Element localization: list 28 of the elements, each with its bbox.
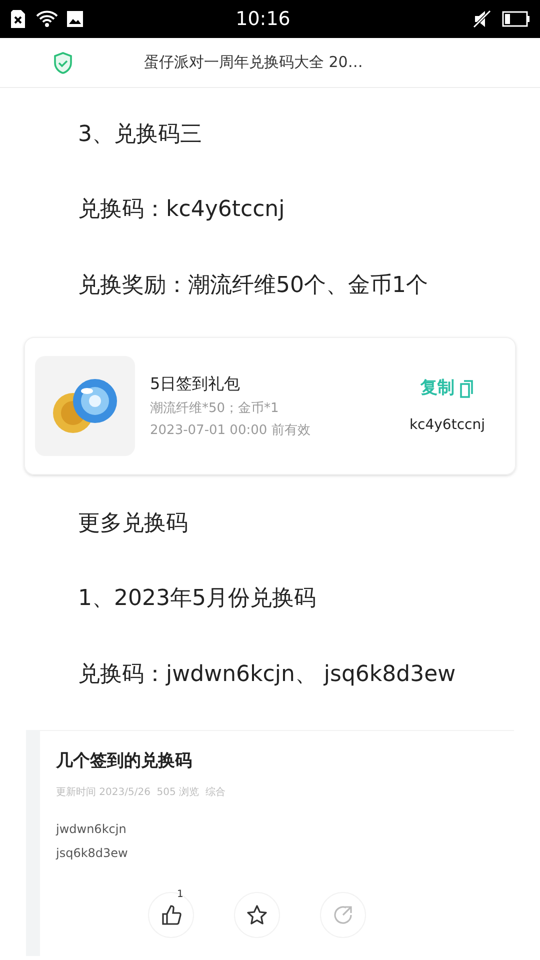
article-paragraph: 兑换码：jwdwn6kcjn、 jsq6k8d3ew (77, 661, 457, 689)
star-icon (246, 904, 268, 926)
article-paragraph: 更多兑换码 (77, 510, 189, 538)
gift-rewards: 潮流纤维*50；金币*1 (150, 400, 280, 418)
code-line: jwdwn6kcjn (56, 820, 128, 838)
like-button[interactable]: 1 (148, 892, 194, 938)
gift-code: kc4y6tccnj (409, 416, 485, 436)
post-meta: 更新时间 2023/5/26 505 浏览 综合 (56, 786, 226, 800)
battery-icon (502, 11, 530, 27)
article-paragraph: 1、2023年5月份兑换码 (77, 585, 317, 613)
post-title: 几个签到的兑换码 (56, 750, 193, 773)
article-paragraph: 3、兑换码三 (77, 121, 203, 149)
gift-expiry: 2023-07-01 00:00 前有效 (150, 422, 312, 440)
wifi-icon (36, 10, 58, 28)
shield-check-icon (52, 50, 74, 74)
thumbs-up-icon (160, 904, 182, 926)
share-icon (332, 904, 354, 926)
article-paragraph: 兑换奖励：潮流纤维50个、金币1个 (77, 272, 429, 300)
gift-title: 5日签到礼包 (150, 373, 242, 395)
copy-icon (458, 380, 474, 398)
mute-icon (472, 9, 492, 29)
sim-card-icon (10, 9, 26, 29)
image-icon (66, 10, 84, 28)
clock: 10:16 (234, 6, 292, 32)
code-line: jsq6k8d3ew (56, 844, 129, 862)
page-title: 蛋仔派对一周年兑换码大全 20… (144, 52, 363, 74)
favorite-button[interactable] (234, 892, 280, 938)
article-paragraph: 兑换码：kc4y6tccnj (77, 196, 286, 224)
